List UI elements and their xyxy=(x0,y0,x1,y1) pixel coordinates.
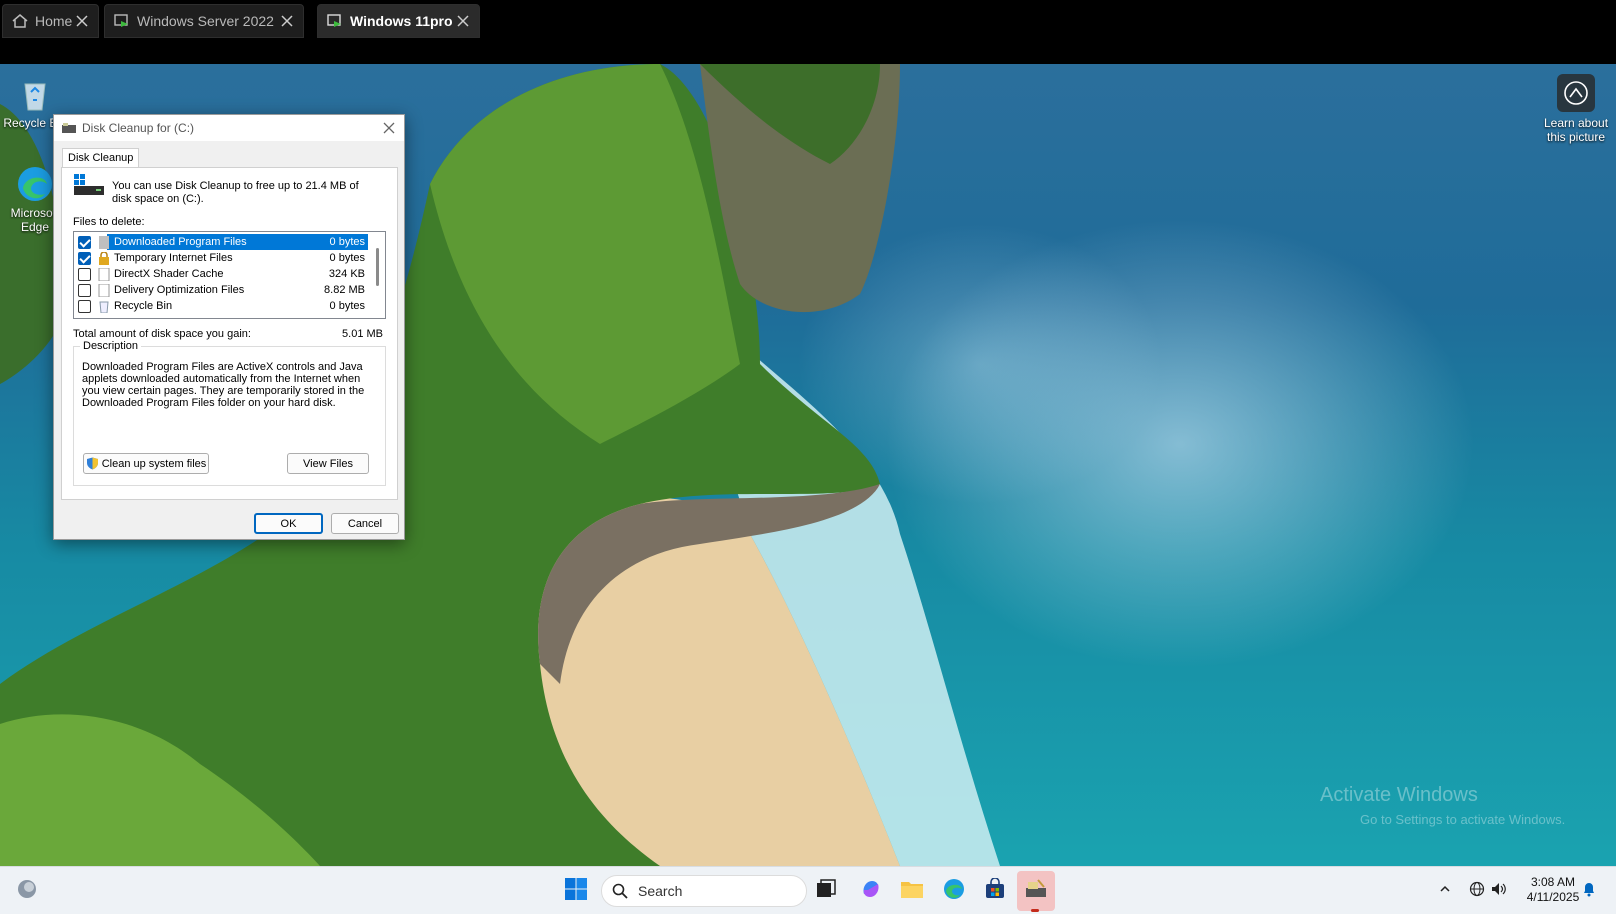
tab-home[interactable]: Home xyxy=(2,4,99,38)
file-icon xyxy=(98,235,110,249)
total-gain-label: Total amount of disk space you gain: xyxy=(73,328,251,340)
checkbox[interactable] xyxy=(78,283,91,297)
tab-label: Windows Server 2022 xyxy=(137,13,274,29)
start-button[interactable] xyxy=(561,876,591,906)
close-icon[interactable] xyxy=(74,13,90,29)
file-name: Downloaded Program Files xyxy=(114,236,247,248)
description-legend: Description xyxy=(80,340,142,352)
task-view-icon xyxy=(815,878,837,905)
file-name: Delivery Optimization Files xyxy=(114,284,245,296)
dialog-panel: You can use Disk Cleanup to free up to 2… xyxy=(61,167,398,500)
search-icon xyxy=(612,883,628,899)
list-item[interactable]: DirectX Shader Cache 324 KB xyxy=(74,266,369,282)
intro-text: You can use Disk Cleanup to free up to 2… xyxy=(112,180,359,205)
learn-about-label: Learn about this picture xyxy=(1543,116,1609,144)
cancel-button[interactable]: Cancel xyxy=(331,513,399,534)
total-gain-value: 5.01 MB xyxy=(342,328,383,340)
widgets-icon xyxy=(16,878,38,905)
volume-button[interactable] xyxy=(1484,876,1514,906)
speaker-icon xyxy=(1490,881,1508,902)
file-size: 324 KB xyxy=(328,268,365,280)
file-icon xyxy=(98,267,110,281)
clean-up-label: Clean up system files xyxy=(101,457,207,470)
checkbox[interactable] xyxy=(78,299,91,313)
tab-label: Windows 11pro xyxy=(350,13,453,29)
learn-about-picture[interactable]: Learn about this picture xyxy=(1536,74,1616,144)
chevron-up-icon xyxy=(1438,882,1452,901)
file-explorer-button[interactable] xyxy=(897,876,927,906)
show-hidden-icons-button[interactable] xyxy=(1430,876,1460,906)
vm-icon xyxy=(113,12,131,30)
store-button[interactable] xyxy=(980,876,1010,906)
file-name: DirectX Shader Cache xyxy=(114,268,224,280)
file-icon xyxy=(98,283,110,297)
uac-shield-icon xyxy=(86,457,99,470)
view-files-button[interactable]: View Files xyxy=(287,453,369,474)
checkbox[interactable] xyxy=(78,267,91,281)
list-item[interactable]: Downloaded Program Files 0 bytes xyxy=(74,234,369,250)
copilot-icon xyxy=(860,878,882,905)
tab-home-label: Home xyxy=(35,13,73,29)
recycle-bin-icon xyxy=(98,300,110,313)
activation-watermark: Activate Windows xyxy=(1320,784,1478,806)
active-indicator xyxy=(1031,909,1039,912)
taskbar: Search 3:08 AM 4/11/2025 xyxy=(0,866,1616,914)
folder-icon xyxy=(900,878,924,905)
checkbox[interactable] xyxy=(78,235,91,249)
drive-icon xyxy=(62,122,76,134)
list-item[interactable]: Delivery Optimization Files 8.82 MB xyxy=(74,282,369,298)
file-size: 8.82 MB xyxy=(324,284,365,296)
file-name: Temporary Internet Files xyxy=(114,252,233,264)
close-icon[interactable] xyxy=(382,121,396,135)
clean-up-system-files-button[interactable]: Clean up system files xyxy=(83,453,209,474)
hard-drive-icon xyxy=(74,174,104,196)
widgets-button[interactable] xyxy=(12,876,42,906)
files-to-delete-label: Files to delete: xyxy=(73,216,145,228)
recycle-bin-icon xyxy=(15,74,55,114)
edge-taskbar-button[interactable] xyxy=(939,876,969,906)
tab-disk-cleanup[interactable]: Disk Cleanup xyxy=(62,148,140,168)
file-size: 0 bytes xyxy=(329,236,365,248)
disk-cleanup-icon xyxy=(1024,878,1048,905)
files-list[interactable]: Downloaded Program Files 0 bytes Tempora… xyxy=(73,231,386,319)
tab-windows-server-2022[interactable]: Windows Server 2022 xyxy=(104,4,304,38)
bell-icon xyxy=(1581,881,1597,902)
description-text: Downloaded Program Files are ActiveX con… xyxy=(82,361,365,409)
list-scrollbar[interactable] xyxy=(368,232,385,318)
list-item[interactable]: Recycle Bin 0 bytes xyxy=(74,298,369,314)
close-icon[interactable] xyxy=(279,13,295,29)
dialog-titlebar[interactable]: Disk Cleanup for (C:) xyxy=(54,115,404,141)
copilot-button[interactable] xyxy=(856,876,886,906)
file-size: 0 bytes xyxy=(329,252,365,264)
activation-watermark-sub: Go to Settings to activate Windows. xyxy=(1360,812,1566,827)
close-icon[interactable] xyxy=(455,13,471,29)
vm-icon xyxy=(326,12,344,30)
list-item[interactable]: Temporary Internet Files 0 bytes xyxy=(74,250,369,266)
lock-icon xyxy=(98,250,110,265)
notifications-button[interactable] xyxy=(1574,876,1604,906)
edge-icon xyxy=(942,877,966,906)
disk-cleanup-taskbar-icon-wrap[interactable] xyxy=(1021,876,1051,906)
taskbar-search[interactable]: Search xyxy=(601,875,807,907)
dialog-title: Disk Cleanup for (C:) xyxy=(82,121,195,135)
scrollbar-thumb[interactable] xyxy=(376,248,379,286)
globe-icon xyxy=(1469,881,1485,902)
task-view-button[interactable] xyxy=(811,876,841,906)
ok-button[interactable]: OK xyxy=(254,513,323,534)
file-size: 0 bytes xyxy=(329,300,365,312)
search-placeholder: Search xyxy=(638,883,683,899)
file-name: Recycle Bin xyxy=(114,300,173,312)
home-icon xyxy=(11,12,29,30)
camera-icon xyxy=(1557,74,1595,112)
vm-tab-strip: Home Windows Server 2022 Windows 11pro xyxy=(0,0,1616,64)
edge-icon xyxy=(15,164,55,204)
disk-cleanup-dialog: Disk Cleanup for (C:) Disk Cleanup You c… xyxy=(53,114,405,540)
tab-windows-11pro[interactable]: Windows 11pro xyxy=(317,4,480,38)
windows-logo-icon xyxy=(564,877,588,906)
checkbox[interactable] xyxy=(78,251,91,265)
store-icon xyxy=(984,876,1006,905)
